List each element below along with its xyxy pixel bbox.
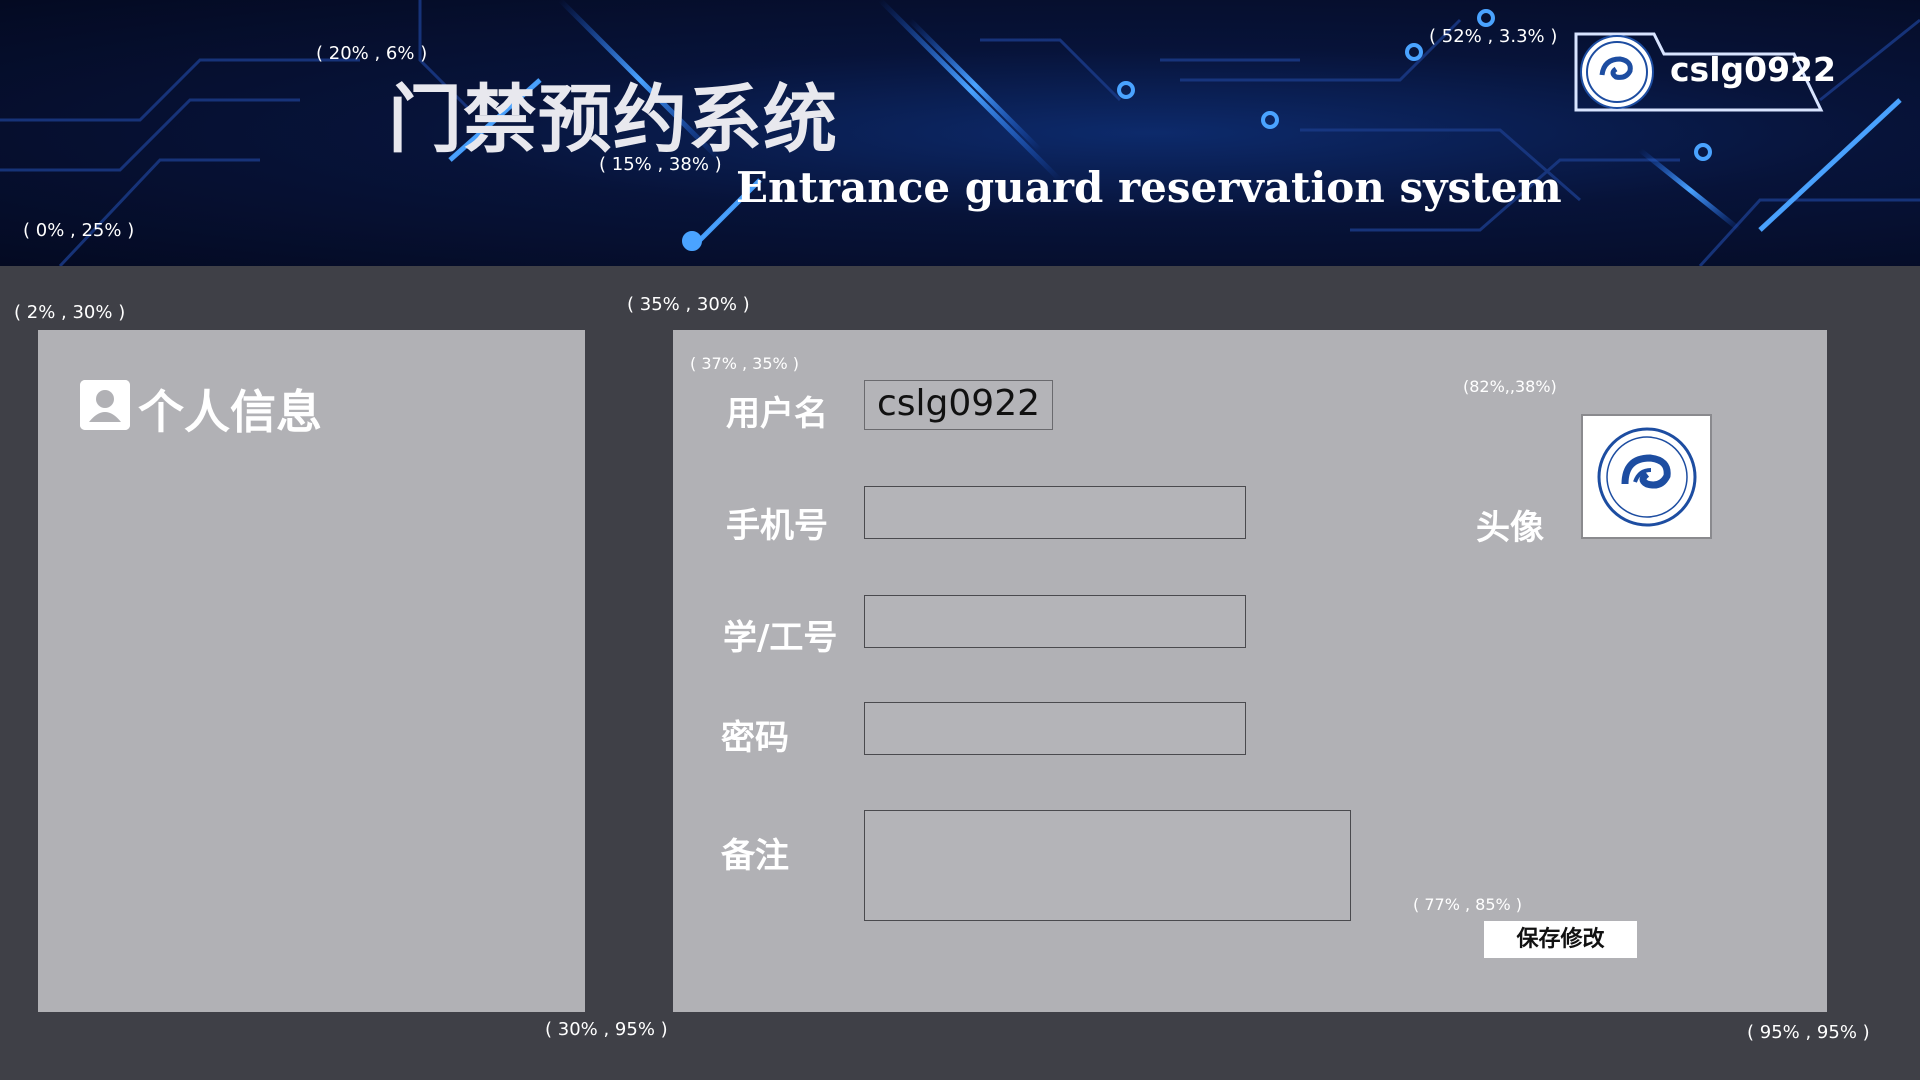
avatar-label: 头像 — [1476, 508, 1544, 548]
student-id-input[interactable] — [864, 595, 1246, 648]
save-button[interactable]: 保存修改 — [1484, 921, 1637, 958]
annotation-left-panel-pos: ( 2% , 30% ) — [14, 302, 126, 323]
password-label: 密码 — [721, 718, 789, 758]
phone-label: 手机号 — [726, 506, 828, 546]
annotation-right-panel-pos: ( 35% , 30% ) — [627, 294, 750, 315]
page-title: 门禁预约系统 — [388, 77, 838, 163]
avatar-image[interactable] — [1581, 414, 1712, 539]
phone-input[interactable] — [864, 486, 1246, 539]
personal-info-panel: 个人信息 — [38, 330, 585, 1012]
page-subtitle: Entrance guard reservation system — [736, 163, 1562, 212]
school-logo-icon — [1597, 427, 1697, 527]
header-username: cslg0922 — [1670, 50, 1836, 89]
remark-textarea[interactable] — [864, 810, 1351, 921]
annotation-form-pos: ( 37% , 35% ) — [690, 354, 800, 373]
annotation-save-pos: ( 77% , 85% ) — [1413, 895, 1523, 914]
school-logo-icon — [1580, 35, 1654, 109]
annotation-badge-pos: ( 52% , 3.3% ) — [1429, 26, 1558, 47]
header-banner: ( 20% , 6% ) 门禁预约系统 ( 15% , 38% ) Entran… — [0, 0, 1920, 266]
remark-label: 备注 — [721, 836, 789, 876]
password-input[interactable] — [864, 702, 1246, 755]
profile-form-panel: ( 37% , 35% ) 用户名 cslg0922 手机号 学/工号 密码 备… — [673, 330, 1827, 1012]
username-label: 用户名 — [726, 394, 828, 434]
user-profile-icon — [80, 380, 130, 430]
user-badge[interactable]: cslg0922 — [1574, 32, 1836, 112]
id-label: 学/工号 — [723, 618, 838, 658]
annotation-avatar-pos: (82%,,38%) — [1463, 377, 1557, 396]
annotation-right-panel-end: ( 95% , 95% ) — [1747, 1022, 1870, 1043]
annotation-subtitle-pos: ( 15% , 38% ) — [599, 154, 722, 175]
annotation-header-height: ( 0% , 25% ) — [23, 220, 135, 241]
personal-info-title: 个人信息 — [138, 385, 322, 439]
annotation-left-panel-end: ( 30% , 95% ) — [545, 1019, 668, 1040]
username-display: cslg0922 — [864, 380, 1053, 430]
